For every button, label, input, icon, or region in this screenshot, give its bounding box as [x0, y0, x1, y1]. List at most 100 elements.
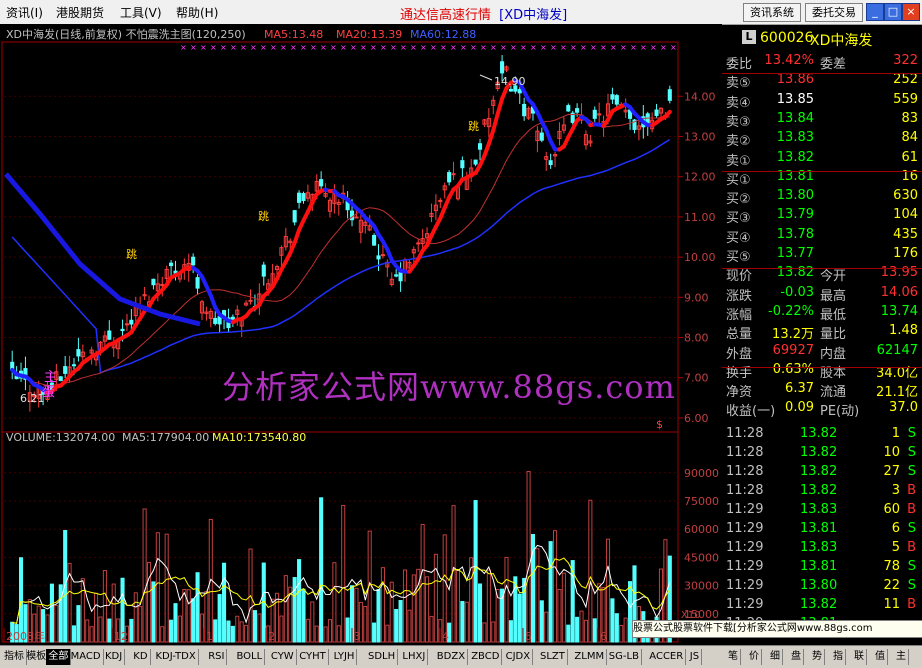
quote-tab[interactable]: 价	[747, 649, 762, 665]
tick-price: 13.82	[800, 597, 837, 612]
price-tick-label: 11.00	[684, 211, 716, 224]
indicator-tab[interactable]: JS	[688, 649, 702, 665]
signal-marker: ×	[180, 43, 187, 52]
tick-row: 11:2913.8360B	[722, 502, 922, 521]
indicator-tab[interactable]: ZBCD	[469, 649, 502, 665]
volume-bar	[377, 590, 380, 642]
candle-body	[395, 275, 398, 276]
volume-label: VOLUME:132074.00	[6, 431, 115, 444]
time-tick-label: 2008年	[6, 629, 45, 643]
quote-tab[interactable]: 势	[810, 649, 825, 665]
candle-body	[152, 279, 155, 284]
volume-bar	[540, 601, 543, 642]
menu-news[interactable]: 资讯(I)	[6, 4, 43, 21]
news-system-button[interactable]: 资讯系统	[743, 3, 801, 22]
volume-bar	[320, 498, 323, 642]
ma5-label: MA5:13.48	[264, 28, 323, 41]
menu-hk-futures[interactable]: 港股期货	[56, 4, 104, 21]
candle-body	[196, 278, 199, 288]
indicator-tab[interactable]: LYJH	[332, 649, 358, 665]
indicator-tab[interactable]: MACD	[69, 649, 104, 665]
signal-marker: ×	[210, 43, 217, 52]
trade-button[interactable]: 委托交易	[805, 3, 863, 22]
tick-volume: 6	[892, 521, 900, 536]
candle-body	[298, 193, 301, 202]
quote-tab[interactable]: 指	[831, 649, 846, 665]
quote-value: 0.09	[785, 400, 814, 415]
indicator-tab[interactable]: SG-LB	[607, 649, 642, 665]
signal-marker: ×	[360, 43, 367, 52]
low-annotation: 6.21	[20, 392, 45, 405]
tick-side: S	[908, 445, 916, 460]
quote-value-2: 37.0	[889, 400, 918, 415]
indicator-tab[interactable]: KDJ	[103, 649, 125, 665]
tick-time: 11:28	[726, 483, 763, 498]
quote-separator	[722, 367, 922, 368]
volume-bar	[474, 501, 477, 642]
quote-row: 涨幅-0.22%最低13.74	[722, 304, 922, 323]
indicator-tab[interactable]: RSI	[206, 649, 227, 665]
candle-body	[59, 377, 62, 381]
signal-marker: ×	[200, 43, 207, 52]
indicator-tab[interactable]: KDJ-TDX	[154, 649, 199, 665]
signal-marker: ×	[280, 43, 287, 52]
signal-marker: ×	[310, 43, 317, 52]
quote-value-2: 14.06	[881, 285, 918, 300]
ma60-label: MA60:12.88	[410, 28, 476, 41]
quote-header: L 600026 XD中海发	[722, 27, 922, 49]
indicator-tab[interactable]: BDZX	[435, 649, 468, 665]
indicator-tab[interactable]: CJDX	[504, 649, 533, 665]
quote-value-2: 62147	[877, 343, 918, 358]
dan-marker: 蛋	[42, 385, 55, 400]
indicator-tab[interactable]: ZLMM	[572, 649, 607, 665]
indicator-tab[interactable]: KD	[131, 649, 150, 665]
quote-tab[interactable]: 盘	[789, 649, 804, 665]
signal-marker: ×	[580, 43, 587, 52]
quote-label: 卖③	[726, 111, 751, 130]
volume-bar	[373, 623, 376, 642]
menu-help[interactable]: 帮助(H)	[176, 4, 218, 21]
indicator-tab[interactable]: CYW	[269, 649, 297, 665]
quote-tab[interactable]: 笔	[726, 649, 741, 665]
indicator-tab[interactable]: SDLH	[366, 649, 398, 665]
menu-tools[interactable]: 工具(V)	[120, 4, 162, 21]
tick-volume: 78	[883, 559, 900, 574]
volume-tick-label: 90000	[684, 467, 719, 480]
signal-marker: ×	[240, 43, 247, 52]
volume-bar	[59, 585, 62, 642]
indicator-tab[interactable]: SLZT	[538, 649, 568, 665]
indicator-tab[interactable]: BOLL	[235, 649, 266, 665]
quote-value: 13.82	[777, 150, 814, 165]
minimize-icon[interactable]: _	[866, 3, 884, 21]
candle-body	[125, 324, 128, 325]
quote-tab[interactable]: 细	[768, 649, 783, 665]
quote-label: 卖④	[726, 92, 751, 111]
tick-row: 11:2913.816S	[722, 521, 922, 540]
candle-body	[549, 161, 552, 165]
quote-tab[interactable]: 联	[852, 649, 867, 665]
tick-row: 11:2913.835B	[722, 540, 922, 559]
tick-price: 13.82	[800, 483, 837, 498]
quote-row: 卖②13.8384	[722, 130, 922, 149]
quote-label: 外盘	[726, 343, 752, 362]
indicator-tab[interactable]: CYHT	[297, 649, 329, 665]
quote-tab[interactable]: 主	[894, 649, 909, 665]
ad-banner[interactable]: 股票公式股票软件下载[分析家公式网www.88gs.com	[632, 620, 922, 638]
quote-value: 13.80	[777, 188, 814, 203]
quote-row: 净资6.37流通21.1亿	[722, 381, 922, 400]
tick-volume: 1	[892, 426, 900, 441]
signal-marker: ×	[640, 43, 647, 52]
signal-marker: ×	[350, 43, 357, 52]
signal-marker: ×	[490, 43, 497, 52]
signal-marker: ×	[570, 43, 577, 52]
indicator-tab[interactable]: LHXJ	[400, 649, 428, 665]
quote-tab[interactable]: 值	[873, 649, 888, 665]
indicator-tab[interactable]: ACCER	[647, 649, 686, 665]
restore-icon[interactable]: □	[884, 3, 902, 21]
quote-label: 卖⑤	[726, 72, 751, 91]
quote-value-2: 176	[893, 246, 918, 261]
kline-chart[interactable]: ××××××××××××××××××××××××××××××××××××××××…	[0, 24, 722, 645]
tick-row: 11:2813.823B	[722, 483, 922, 502]
tip-marker-1: 跳	[126, 247, 137, 261]
close-icon[interactable]: ×	[902, 3, 920, 21]
